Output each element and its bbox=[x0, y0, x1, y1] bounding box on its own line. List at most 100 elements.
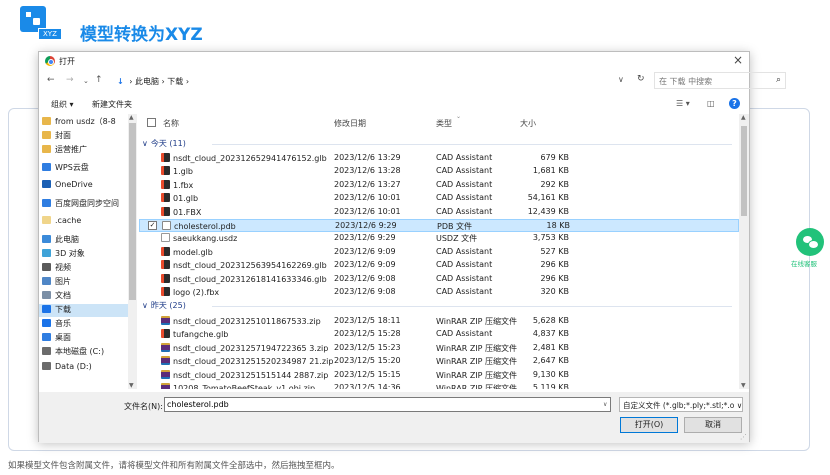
search-input[interactable] bbox=[659, 75, 767, 87]
sidebar-item[interactable]: 此电脑 bbox=[42, 234, 79, 247]
help-icon[interactable]: ? bbox=[729, 98, 740, 109]
file-row[interactable]: tufangche.glb 2023/12/5 15:28 CAD Assistan… bbox=[139, 328, 739, 341]
scroll-down-icon[interactable]: ▼ bbox=[741, 382, 746, 389]
sidebar-item[interactable]: 视频 bbox=[42, 262, 71, 275]
sidebar-item[interactable]: 图片 bbox=[42, 276, 71, 289]
forward-button[interactable]: → bbox=[66, 75, 74, 85]
sidebar-item[interactable]: 下载 bbox=[39, 304, 129, 317]
up-button[interactable]: ↑ bbox=[95, 75, 103, 85]
winrar-zip-icon bbox=[161, 383, 170, 389]
file-row[interactable]: 1.glb 2023/12/6 13:28 CAD Assistant 1,681 K… bbox=[139, 165, 739, 178]
sidebar-item[interactable]: 音乐 bbox=[42, 318, 71, 331]
sidebar-item-label: 桌面 bbox=[55, 333, 71, 342]
drive-icon bbox=[42, 347, 51, 355]
filename-label: 文件名(N): bbox=[124, 402, 163, 411]
file-row[interactable]: nsdt_cloud_202312652941476152.glb 2023/12… bbox=[139, 152, 739, 165]
sidebar-item[interactable]: WPS云盘 bbox=[42, 162, 89, 175]
file-row[interactable]: 10208_TomatoBeefSteak_v1.obj.zip 2023/12/… bbox=[139, 382, 739, 389]
cancel-button[interactable]: 取消 bbox=[684, 417, 742, 433]
file-row[interactable]: nsdt_cloud_20231257194722365 3.zip 2023/1… bbox=[139, 342, 739, 355]
documents-icon bbox=[42, 291, 51, 299]
column-size[interactable]: 大小 bbox=[520, 118, 536, 132]
chat-label[interactable]: 在线客服 bbox=[791, 258, 817, 268]
file-type: CAD Assistant bbox=[436, 287, 493, 296]
breadcrumb-this-pc[interactable]: 此电脑 bbox=[135, 77, 159, 86]
address-bar: ← → ⌄ ↑ ↓ › 此电脑 › 下载 › ∨ ↻ ⌕ bbox=[39, 71, 786, 91]
group-header[interactable]: ∨ 昨天 (25) bbox=[142, 300, 732, 312]
sidebar-item[interactable]: 桌面 bbox=[42, 332, 71, 345]
breadcrumb-sep: › bbox=[129, 77, 133, 86]
file-row[interactable]: ✓ cholesterol.pdb 2023/12/6 9:29 PDB 文件 18 K… bbox=[139, 219, 739, 232]
computer-icon bbox=[42, 235, 51, 243]
file-size: 18 KB bbox=[546, 221, 570, 230]
file-row[interactable]: nsdt_cloud_202312563954162269.glb 2023/12… bbox=[139, 259, 739, 272]
file-name-cell: model.glb bbox=[161, 246, 213, 257]
refresh-icon[interactable]: ↻ bbox=[637, 74, 645, 84]
row-checkbox[interactable]: ✓ bbox=[148, 221, 157, 230]
scroll-up-icon[interactable]: ▲ bbox=[129, 114, 134, 121]
file-row[interactable]: 01.FBX 2023/12/6 10:01 CAD Assistant 12,439… bbox=[139, 206, 739, 219]
file-modified: 2023/12/6 9:08 bbox=[334, 273, 396, 283]
file-row[interactable]: saeukkang.usdz 2023/12/6 9:29 USDZ 文件 3,753… bbox=[139, 232, 739, 245]
address-history-icon[interactable]: ∨ bbox=[618, 75, 624, 84]
file-name: cholesterol.pdb bbox=[174, 222, 236, 231]
column-type[interactable]: 类型 bbox=[436, 118, 452, 132]
sidebar-item[interactable]: 文档 bbox=[42, 290, 71, 303]
sidebar-item-label: 音乐 bbox=[55, 319, 71, 328]
preview-pane-icon[interactable]: ◫ bbox=[707, 99, 715, 108]
new-folder-button[interactable]: 新建文件夹 bbox=[92, 99, 132, 110]
column-modified[interactable]: 修改日期 bbox=[334, 118, 366, 132]
group-toggle-icon[interactable]: ∨ bbox=[142, 301, 148, 310]
file-row[interactable]: nsdt_cloud_20231251520234987 21.zip 2023/… bbox=[139, 355, 739, 368]
recent-locations-button[interactable]: ⌄ bbox=[83, 77, 89, 85]
file-modified: 2023/12/5 15:23 bbox=[334, 342, 401, 352]
sidebar-item[interactable]: 封面 bbox=[42, 130, 71, 143]
scroll-down-icon[interactable]: ▼ bbox=[129, 382, 134, 389]
list-scroll-thumb[interactable] bbox=[741, 126, 747, 216]
view-options-icon[interactable]: ☰ ▾ bbox=[676, 99, 690, 108]
file-row[interactable]: model.glb 2023/12/6 9:09 CAD Assistant 527 … bbox=[139, 246, 739, 259]
cad-assistant-icon bbox=[161, 260, 170, 270]
filename-history-icon[interactable]: ∨ bbox=[603, 401, 607, 408]
sidebar-item[interactable]: OneDrive bbox=[42, 180, 93, 193]
scroll-up-icon[interactable]: ▲ bbox=[741, 114, 746, 121]
close-button[interactable]: × bbox=[733, 53, 743, 67]
search-icon[interactable]: ⌕ bbox=[776, 75, 781, 85]
sidebar-item[interactable]: .cache bbox=[42, 216, 81, 229]
file-row[interactable]: nsdt_cloud_20231251011867533.zip 2023/12/… bbox=[139, 315, 739, 328]
breadcrumb[interactable]: ↓ › 此电脑 › 下载 › bbox=[117, 76, 189, 87]
select-all-checkbox[interactable] bbox=[147, 118, 156, 127]
drive-icon bbox=[42, 362, 51, 370]
file-type-filter[interactable]: 自定义文件 (*.glb;*.ply;*.stl;*.o ∨ bbox=[619, 397, 743, 412]
sidebar-item[interactable]: Data (D:) bbox=[42, 362, 92, 375]
back-button[interactable]: ← bbox=[47, 75, 55, 85]
file-row[interactable]: nsdt_cloud_20231251515144 2887.zip 2023/1… bbox=[139, 369, 739, 382]
file-row[interactable]: nsdt_cloud_202312618141633346.glb 2023/12… bbox=[139, 273, 739, 286]
file-row[interactable]: 1.fbx 2023/12/6 13:27 CAD Assistant 292 KB bbox=[139, 179, 739, 192]
search-box: ⌕ bbox=[654, 72, 786, 89]
nav-scrollbar[interactable]: ▲ ▼ bbox=[128, 114, 137, 389]
sidebar-item[interactable]: from usdz（8-8 bbox=[42, 116, 116, 129]
sidebar-item[interactable]: 本地磁盘 (C:) bbox=[42, 346, 104, 359]
resize-grip-icon[interactable]: ⋰ bbox=[740, 433, 747, 441]
filename-input[interactable] bbox=[164, 397, 611, 412]
column-name[interactable]: 名称 bbox=[163, 118, 179, 132]
file-row[interactable]: logo (2).fbx 2023/12/6 9:08 CAD Assistant 3… bbox=[139, 286, 739, 299]
file-type: CAD Assistant bbox=[436, 153, 493, 162]
baidu-icon bbox=[42, 199, 51, 207]
chat-icon[interactable] bbox=[796, 228, 824, 256]
dialog-footer: 文件名(N): ∨ 自定义文件 (*.glb;*.ply;*.stl;*.o ∨… bbox=[39, 392, 749, 443]
sidebar-item-label: 此电脑 bbox=[55, 235, 79, 244]
sidebar-item[interactable]: 3D 对象 bbox=[42, 248, 85, 261]
list-scrollbar[interactable]: ▲ ▼ bbox=[739, 114, 749, 389]
sidebar-item[interactable]: 百度网盘同步空间 bbox=[42, 198, 119, 211]
organize-button[interactable]: 组织 ▾ bbox=[51, 99, 74, 110]
nav-scroll-thumb[interactable] bbox=[129, 123, 136, 300]
open-button[interactable]: 打开(O) bbox=[620, 417, 678, 433]
file-icon bbox=[161, 233, 170, 243]
group-header[interactable]: ∨ 今天 (11) bbox=[142, 138, 732, 150]
breadcrumb-downloads[interactable]: 下载 bbox=[167, 77, 183, 86]
file-row[interactable]: 01.glb 2023/12/6 10:01 CAD Assistant 54,161… bbox=[139, 192, 739, 205]
sidebar-item[interactable]: 运营推广 bbox=[42, 144, 87, 157]
group-toggle-icon[interactable]: ∨ bbox=[142, 139, 148, 148]
